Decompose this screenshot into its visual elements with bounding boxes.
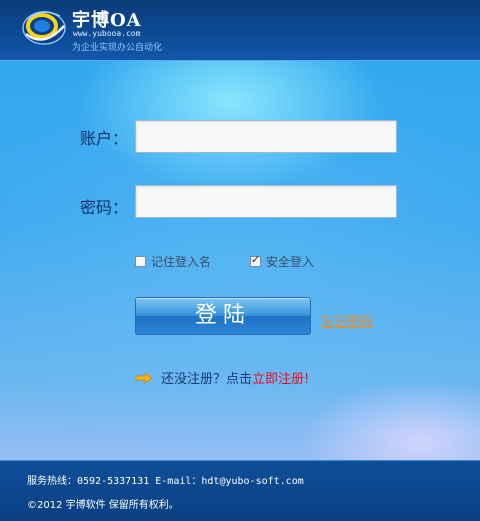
- brand-slogan: 为企业实现办公自动化: [72, 43, 163, 53]
- secure-checkbox-label: 安全登入: [266, 254, 315, 269]
- register-link[interactable]: 立即注册!: [252, 368, 309, 387]
- remember-checkbox-box[interactable]: [135, 255, 146, 267]
- secure-login-checkbox[interactable]: ✓ 安全登入: [250, 252, 315, 269]
- swirl-globe-logo-icon: [22, 11, 66, 45]
- header-bar: 宇博OA www.yubooa.com 为企业实现办公自动化: [0, 0, 480, 61]
- forgot-password-link[interactable]: 忘记密码: [321, 311, 373, 330]
- hotline-label: 服务热线：: [27, 476, 77, 487]
- login-button[interactable]: 登陆: [135, 297, 311, 335]
- remember-checkbox-label: 记住登入名: [151, 254, 212, 269]
- register-row: 还没注册？点击 立即注册!: [135, 368, 309, 387]
- secure-checkbox-box[interactable]: ✓: [250, 252, 261, 267]
- login-panel: 账户： 密码： 记住登入名 ✓ 安全登入 登陆 忘记密码 还没注册？点击 立即注…: [0, 61, 480, 460]
- footer-bar: 服务热线： 0592-5337131 E-mail：hdt@yubo-soft.…: [0, 460, 480, 521]
- right-arrow-icon: [135, 371, 153, 384]
- account-label: 账户：: [80, 129, 129, 148]
- checkmark-icon: ✓: [251, 252, 261, 266]
- footer-contact: 服务热线： 0592-5337131 E-mail：hdt@yubo-soft.…: [27, 472, 304, 487]
- brand-url: www.yubooa.com: [73, 29, 141, 38]
- password-label: 密码：: [80, 198, 129, 217]
- register-prompt: 还没注册？点击: [161, 372, 253, 387]
- copyright-text: ©2012 宇博软件 保留所有权利。: [27, 500, 179, 511]
- remember-login-checkbox[interactable]: 记住登入名: [135, 254, 212, 269]
- account-input[interactable]: [135, 120, 397, 153]
- hotline-value: 0592-5337131 E-mail：hdt@yubo-soft.com: [77, 476, 304, 487]
- password-input[interactable]: [135, 185, 397, 218]
